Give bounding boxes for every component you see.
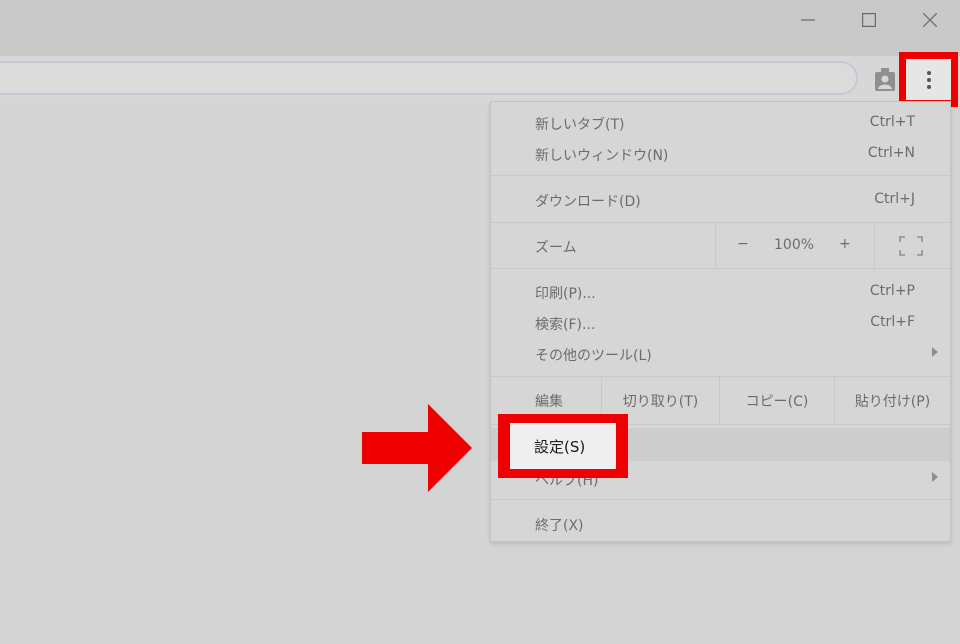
settings-highlight: 設定(S)	[498, 414, 628, 478]
zoom-in-button[interactable]: +	[839, 236, 851, 252]
submenu-arrow-icon	[932, 472, 938, 482]
menu-item-label: 終了(X)	[535, 518, 584, 534]
menu-item-label: 検索(F)...	[535, 317, 596, 333]
menu-item-more-tools[interactable]: その他のツール(L)	[491, 338, 950, 369]
paste-button[interactable]: 貼り付け(P)	[835, 377, 950, 424]
menu-item-exit[interactable]: 終了(X)	[491, 508, 950, 539]
menu-item-label: 印刷(P)...	[535, 286, 596, 302]
pointer-arrow-icon	[362, 404, 474, 496]
menu-item-shortcut: Ctrl+J	[874, 191, 915, 207]
fullscreen-icon	[899, 236, 923, 256]
menu-item-new-window[interactable]: 新しいウィンドウ(N) Ctrl+N	[491, 138, 950, 169]
profile-button[interactable]	[874, 68, 896, 96]
menu-zoom-row: ズーム − 100% +	[491, 224, 950, 268]
menu-item-label: その他のツール(L)	[535, 348, 652, 364]
menu-item-shortcut: Ctrl+T	[869, 114, 915, 130]
menu-item-find[interactable]: 検索(F)... Ctrl+F	[491, 307, 950, 338]
menu-item-label: 設定(S)	[534, 437, 586, 456]
zoom-control: − 100% +	[715, 224, 875, 268]
maximize-icon	[862, 13, 876, 27]
title-bar	[0, 0, 960, 56]
close-button[interactable]	[900, 0, 960, 40]
menu-item-label: 新しいタブ(T)	[535, 117, 625, 133]
kebab-menu-icon	[926, 70, 931, 89]
zoom-label: ズーム	[535, 240, 577, 256]
submenu-arrow-icon	[932, 347, 938, 357]
zoom-level: 100%	[774, 237, 815, 253]
menu-separator	[491, 175, 950, 176]
menu-item-settings[interactable]: 設定(S)	[510, 423, 616, 469]
menu-item-shortcut: Ctrl+P	[869, 283, 915, 299]
close-icon	[923, 13, 937, 27]
maximize-button[interactable]	[839, 0, 899, 40]
menu-item-label: ダウンロード(D)	[535, 194, 641, 210]
browser-toolbar	[0, 56, 960, 104]
menu-item-shortcut: Ctrl+N	[867, 145, 915, 161]
menu-separator	[491, 268, 950, 269]
menu-item-print[interactable]: 印刷(P)... Ctrl+P	[491, 276, 950, 307]
menu-button[interactable]	[906, 59, 951, 100]
menu-item-shortcut: Ctrl+F	[870, 314, 915, 330]
menu-item-new-tab[interactable]: 新しいタブ(T) Ctrl+T	[491, 107, 950, 138]
zoom-out-button[interactable]: −	[737, 236, 749, 252]
menu-separator	[491, 222, 950, 223]
menu-button-highlight	[899, 52, 958, 107]
minimize-icon	[801, 19, 815, 21]
menu-separator	[491, 499, 950, 500]
copy-button[interactable]: コピー(C)	[720, 377, 834, 424]
menu-item-downloads[interactable]: ダウンロード(D) Ctrl+J	[491, 184, 950, 215]
fullscreen-button[interactable]	[899, 236, 923, 260]
address-bar[interactable]	[0, 61, 858, 95]
profile-icon	[875, 68, 895, 91]
menu-item-label: 新しいウィンドウ(N)	[535, 148, 669, 164]
minimize-button[interactable]	[778, 0, 838, 40]
